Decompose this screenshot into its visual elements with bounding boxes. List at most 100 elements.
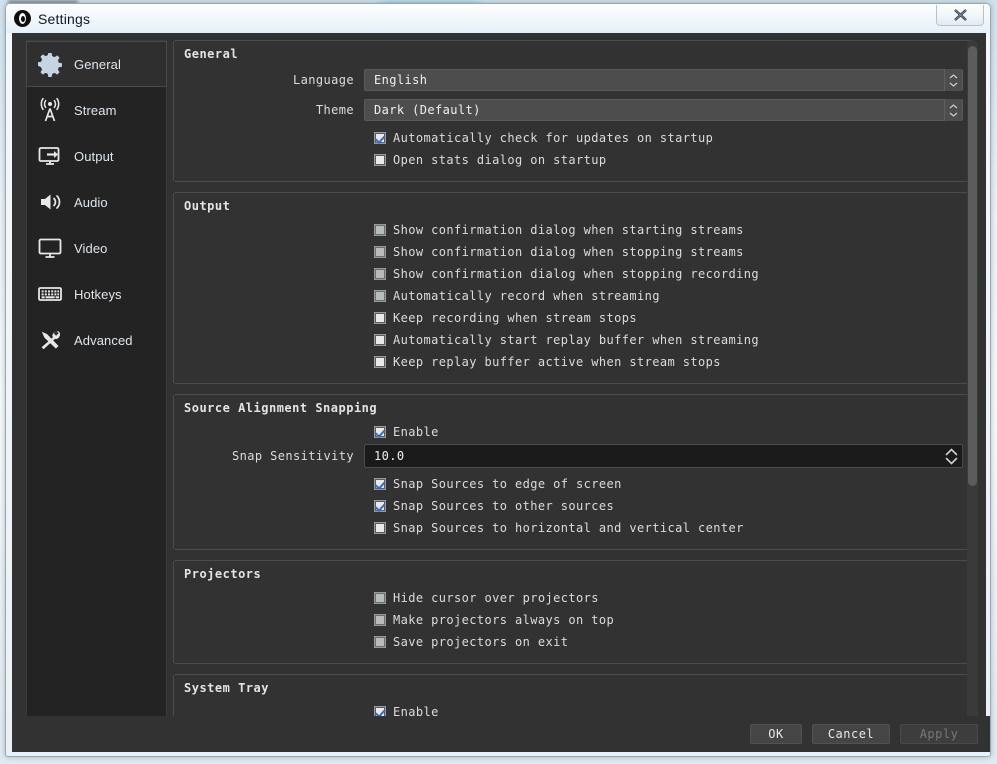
- settings-window: Settings General Stream Output Audio Vid…: [5, 3, 991, 757]
- language-row: Language English: [184, 67, 963, 93]
- dialog-button-bar: OK Cancel Apply: [18, 716, 990, 752]
- checkbox-keep-recording[interactable]: [374, 312, 386, 324]
- general-settings-pane: General Language English Theme Dark (Def…: [173, 40, 974, 727]
- checkbox-snapping-enable[interactable]: [374, 426, 386, 438]
- sidebar-label-general: General: [74, 56, 121, 72]
- sidebar-label-advanced: Advanced: [74, 332, 133, 348]
- theme-combobox[interactable]: Dark (Default): [364, 99, 963, 121]
- checkbox-confirm-stop-recording[interactable]: [374, 268, 386, 280]
- checkbox-auto-replay-buffer[interactable]: [374, 334, 386, 346]
- sidebar-item-audio[interactable]: Audio: [27, 179, 166, 225]
- label-auto-update: Automatically check for updates on start…: [393, 131, 714, 145]
- chevron-down-icon: [949, 112, 958, 117]
- title-bar[interactable]: Settings: [6, 4, 990, 33]
- label-confirm-stop-stream: Show confirmation dialog when stopping s…: [393, 245, 744, 259]
- label-hide-cursor: Hide cursor over projectors: [393, 591, 599, 605]
- checkbox-keep-replay-buffer[interactable]: [374, 356, 386, 368]
- check-snap-other-sources[interactable]: Snap Sources to other sources: [184, 495, 963, 517]
- checkbox-open-stats[interactable]: [374, 154, 386, 166]
- label-snap-other-sources: Snap Sources to other sources: [393, 499, 615, 513]
- group-source-alignment-snapping: Source Alignment Snapping Enable Snap Se…: [173, 394, 974, 550]
- check-snap-edge-of-screen[interactable]: Snap Sources to edge of screen: [184, 473, 963, 495]
- chevron-up-icon: [949, 73, 958, 78]
- group-projectors: Projectors Hide cursor over projectors M…: [173, 560, 974, 664]
- keyboard-icon: [38, 287, 62, 301]
- gear-icon: [38, 53, 62, 77]
- check-keep-recording[interactable]: Keep recording when stream stops: [184, 307, 963, 329]
- check-confirm-start-stream[interactable]: Show confirmation dialog when starting s…: [184, 219, 963, 241]
- obs-logo-icon: [14, 10, 31, 27]
- close-button[interactable]: [936, 5, 984, 26]
- close-icon: [953, 9, 967, 21]
- scrollbar-thumb[interactable]: [968, 46, 977, 486]
- group-title-general: General: [184, 47, 239, 61]
- sidebar-item-video[interactable]: Video: [27, 225, 166, 271]
- check-projectors-always-on-top[interactable]: Make projectors always on top: [184, 609, 963, 631]
- cancel-button[interactable]: Cancel: [812, 724, 890, 744]
- snap-sensitivity-arrows[interactable]: [941, 445, 961, 467]
- check-hide-cursor[interactable]: Hide cursor over projectors: [184, 587, 963, 609]
- snap-sensitivity-label: Snap Sensitivity: [232, 449, 354, 463]
- check-open-stats[interactable]: Open stats dialog on startup: [184, 149, 963, 171]
- sidebar-label-audio: Audio: [74, 194, 108, 210]
- ok-button[interactable]: OK: [750, 724, 802, 744]
- group-title-snapping: Source Alignment Snapping: [184, 401, 378, 415]
- check-auto-update[interactable]: Automatically check for updates on start…: [184, 127, 963, 149]
- check-auto-record[interactable]: Automatically record when streaming: [184, 285, 963, 307]
- label-save-projectors: Save projectors on exit: [393, 635, 569, 649]
- label-open-stats: Open stats dialog on startup: [393, 153, 607, 167]
- label-keep-recording: Keep recording when stream stops: [393, 311, 637, 325]
- display-icon: [38, 238, 62, 258]
- settings-scroll-area: General Language English Theme Dark (Def…: [173, 40, 986, 752]
- apply-button: Apply: [900, 724, 978, 744]
- sidebar-item-stream[interactable]: Stream: [27, 87, 166, 133]
- sidebar-item-hotkeys[interactable]: Hotkeys: [27, 271, 166, 317]
- group-title-system-tray: System Tray: [184, 681, 269, 695]
- theme-value: Dark (Default): [374, 103, 481, 117]
- label-projectors-always-on-top: Make projectors always on top: [393, 613, 615, 627]
- sidebar-item-output[interactable]: Output: [27, 133, 166, 179]
- language-label: Language: [293, 73, 354, 87]
- check-confirm-stop-recording[interactable]: Show confirmation dialog when stopping r…: [184, 263, 963, 285]
- speaker-icon: [41, 194, 61, 210]
- checkbox-snap-center[interactable]: [374, 522, 386, 534]
- sidebar-label-video: Video: [74, 240, 108, 256]
- sidebar-item-general[interactable]: General: [26, 41, 167, 87]
- chevron-down-icon: [949, 82, 958, 87]
- label-auto-record: Automatically record when streaming: [393, 289, 660, 303]
- check-confirm-stop-stream[interactable]: Show confirmation dialog when stopping s…: [184, 241, 963, 263]
- checkbox-projectors-always-on-top[interactable]: [374, 614, 386, 626]
- checkbox-hide-cursor[interactable]: [374, 592, 386, 604]
- group-output: Output Show confirmation dialog when sta…: [173, 192, 974, 384]
- checkbox-snap-other-sources[interactable]: [374, 500, 386, 512]
- checkbox-confirm-stop-stream[interactable]: [374, 246, 386, 258]
- check-snap-center[interactable]: Snap Sources to horizontal and vertical …: [184, 517, 963, 539]
- checkbox-save-projectors[interactable]: [374, 636, 386, 648]
- check-keep-replay-buffer[interactable]: Keep replay buffer active when stream st…: [184, 351, 963, 373]
- snap-sensitivity-value: 10.0: [374, 449, 405, 463]
- language-value: English: [374, 73, 428, 87]
- checkbox-auto-update[interactable]: [374, 132, 386, 144]
- checkbox-snap-edge-of-screen[interactable]: [374, 478, 386, 490]
- broadcast-icon: [40, 97, 60, 122]
- monitor-arrow-icon: [38, 147, 60, 165]
- check-snapping-enable[interactable]: Enable: [184, 421, 963, 443]
- sidebar-item-advanced[interactable]: Advanced: [27, 317, 166, 363]
- chevron-up-icon: [949, 103, 958, 108]
- checkbox-confirm-start-stream[interactable]: [374, 224, 386, 236]
- theme-row: Theme Dark (Default): [184, 97, 963, 123]
- theme-label: Theme: [315, 103, 354, 117]
- check-auto-replay-buffer[interactable]: Automatically start replay buffer when s…: [184, 329, 963, 351]
- language-combo-arrows[interactable]: [944, 69, 962, 91]
- check-save-projectors[interactable]: Save projectors on exit: [184, 631, 963, 653]
- label-auto-replay-buffer: Automatically start replay buffer when s…: [393, 333, 759, 347]
- chevron-up-icon: [945, 447, 957, 455]
- window-title: Settings: [38, 10, 91, 27]
- language-combobox[interactable]: English: [364, 69, 963, 91]
- checkbox-auto-record[interactable]: [374, 290, 386, 302]
- sidebar-label-output: Output: [74, 148, 114, 164]
- vertical-scrollbar[interactable]: [967, 40, 978, 727]
- theme-combo-arrows[interactable]: [944, 99, 962, 121]
- group-title-output: Output: [184, 199, 231, 213]
- snap-sensitivity-spinbox[interactable]: 10.0: [364, 444, 963, 468]
